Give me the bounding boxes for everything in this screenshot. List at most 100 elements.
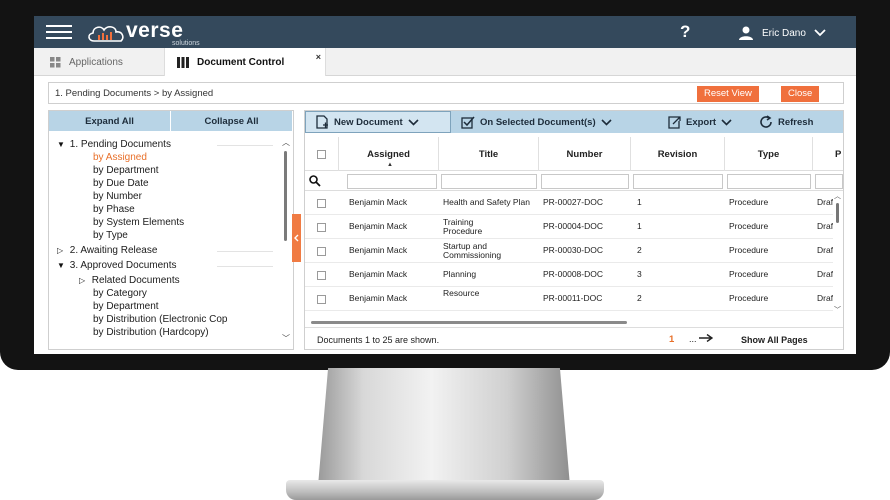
- navigation-tree: ▼ 1. Pending Documents by Assigned by De…: [49, 135, 281, 347]
- tree-item-by-category[interactable]: by Category: [93, 288, 147, 299]
- on-selected-documents-menu[interactable]: On Selected Document(s): [461, 111, 612, 133]
- tab-applications[interactable]: Applications: [38, 48, 135, 76]
- filter-phase-input[interactable]: [815, 174, 843, 189]
- collapsed-triangle-icon[interactable]: ▷: [57, 246, 67, 255]
- show-all-pages-link[interactable]: Show All Pages: [741, 335, 808, 345]
- scroll-up-icon[interactable]: ︿: [834, 191, 841, 201]
- column-header-phase[interactable]: P: [813, 137, 843, 171]
- expanded-triangle-icon[interactable]: ▼: [57, 261, 67, 270]
- column-header-type[interactable]: Type: [725, 137, 813, 171]
- grid-icon: [50, 56, 61, 67]
- table-row[interactable]: Benjamin Mack Startup and Commissioning …: [305, 239, 833, 263]
- horizontal-scroll-thumb[interactable]: [311, 321, 627, 324]
- column-header-revision[interactable]: Revision: [631, 137, 725, 171]
- filter-title-input[interactable]: [441, 174, 537, 189]
- arrow-right-icon: [699, 333, 714, 343]
- cell-phase: Draf: [817, 221, 833, 232]
- filter-assigned-input[interactable]: [347, 174, 437, 189]
- table-row[interactable]: Benjamin Mack Training Procedure PR-0000…: [305, 215, 833, 239]
- cell-number: PR-00027-DOC: [543, 197, 603, 208]
- tree-item-by-type[interactable]: by Type: [93, 230, 128, 241]
- filter-revision-input[interactable]: [633, 174, 723, 189]
- table-row[interactable]: Benjamin Mack Planning PR-00008-DOC 3 Pr…: [305, 263, 833, 287]
- grid-vertical-scrollbar[interactable]: ︿ ﹀: [833, 191, 843, 321]
- tree-item-by-distribution-electronic[interactable]: by Distribution (Electronic Cop: [93, 314, 228, 325]
- tree-item-awaiting-release[interactable]: ▷ 2. Awaiting Release: [57, 245, 157, 256]
- tree-item-pending-documents[interactable]: ▼ 1. Pending Documents: [57, 139, 171, 150]
- tree-scrollbar[interactable]: ︿ ﹀: [281, 137, 291, 345]
- column-header-number[interactable]: Number: [539, 137, 631, 171]
- tree-item-by-phase[interactable]: by Phase: [93, 204, 135, 215]
- collapse-all-button[interactable]: Collapse All: [171, 111, 293, 131]
- scroll-up-icon[interactable]: ︿: [282, 137, 290, 148]
- cell-revision: 1: [637, 221, 642, 232]
- tree-item-approved-documents[interactable]: ▼ 3. Approved Documents: [57, 260, 177, 271]
- tabs-bar: Applications Document Control ×: [34, 48, 856, 76]
- logo-subtext: solutions: [172, 40, 200, 47]
- cell-title: Startup and Commissioning: [443, 240, 502, 260]
- collapsed-triangle-icon[interactable]: ▷: [79, 276, 89, 285]
- cell-assigned: Benjamin Mack: [349, 293, 408, 304]
- scroll-thumb[interactable]: [836, 203, 839, 223]
- grid-body: Benjamin Mack Health and Safety Plan PR-…: [305, 191, 843, 321]
- tree-item-by-number[interactable]: by Number: [93, 191, 142, 202]
- cell-revision: 2: [637, 293, 642, 304]
- tab-close-icon[interactable]: ×: [316, 52, 321, 62]
- new-document-icon: [316, 115, 328, 129]
- documents-grid-panel: New Document On Selected Document(s) Exp…: [304, 110, 844, 350]
- new-document-button[interactable]: New Document: [305, 111, 451, 133]
- help-icon[interactable]: ?: [680, 22, 690, 42]
- reset-view-button[interactable]: Reset View: [697, 86, 759, 102]
- app-screen: verse solutions ? Eric Dano Applications…: [34, 16, 856, 354]
- tree-item-by-assigned[interactable]: by Assigned: [93, 152, 147, 163]
- close-button[interactable]: Close: [781, 86, 820, 102]
- search-icon[interactable]: [309, 175, 321, 187]
- table-row[interactable]: Benjamin Mack Health and Safety Plan PR-…: [305, 191, 833, 215]
- filter-type-input[interactable]: [727, 174, 811, 189]
- scroll-down-icon[interactable]: ﹀: [282, 333, 290, 344]
- monitor-stand-neck: [318, 368, 570, 486]
- chevron-down-icon: [814, 29, 826, 37]
- cell-type: Procedure: [729, 293, 769, 304]
- cell-type: Procedure: [729, 197, 769, 208]
- tree-divider: [217, 145, 273, 146]
- refresh-label: Refresh: [778, 116, 814, 128]
- hamburger-menu-icon[interactable]: [46, 25, 72, 39]
- refresh-button[interactable]: Refresh: [759, 111, 813, 133]
- cell-revision: 2: [637, 245, 642, 256]
- panel-collapse-handle[interactable]: [292, 214, 301, 262]
- filter-number-input[interactable]: [541, 174, 629, 189]
- select-all-cell[interactable]: [305, 137, 339, 171]
- cell-assigned: Benjamin Mack: [349, 197, 408, 208]
- expanded-triangle-icon[interactable]: ▼: [57, 140, 67, 149]
- tab-document-control[interactable]: Document Control ×: [164, 48, 326, 76]
- table-row[interactable]: Benjamin Mack Resource PR-00011-DOC 2 Pr…: [305, 287, 833, 311]
- row-checkbox[interactable]: [317, 295, 326, 304]
- user-menu[interactable]: Eric Dano: [738, 24, 826, 42]
- tree-divider: [217, 266, 273, 267]
- scroll-down-icon[interactable]: ﹀: [834, 305, 841, 315]
- current-page-link[interactable]: 1: [669, 334, 674, 345]
- scroll-thumb[interactable]: [284, 151, 287, 241]
- expand-all-button[interactable]: Expand All: [49, 111, 171, 131]
- cell-type: Procedure: [729, 245, 769, 256]
- tab-document-control-label: Document Control: [197, 56, 285, 68]
- row-checkbox[interactable]: [317, 247, 326, 256]
- grid-horizontal-scrollbar[interactable]: [305, 317, 833, 327]
- select-all-checkbox[interactable]: [317, 149, 326, 159]
- tree-item-related-documents[interactable]: ▷ Related Documents: [79, 275, 180, 286]
- tree-item-by-system-elements[interactable]: by System Elements: [93, 217, 184, 228]
- tree-item-by-distribution-hardcopy[interactable]: by Distribution (Hardcopy): [93, 327, 209, 338]
- more-pages-link[interactable]: ...: [689, 333, 714, 344]
- monitor-stand-base: [286, 480, 604, 500]
- column-header-title[interactable]: Title: [439, 137, 539, 171]
- row-checkbox[interactable]: [317, 271, 326, 280]
- cell-assigned: Benjamin Mack: [349, 245, 408, 256]
- row-checkbox[interactable]: [317, 223, 326, 232]
- tree-item-by-department-approved[interactable]: by Department: [93, 301, 159, 312]
- tree-item-by-due-date[interactable]: by Due Date: [93, 178, 149, 189]
- breadcrumb: 1. Pending Documents > by Assigned: [55, 88, 214, 99]
- export-menu[interactable]: Export: [667, 111, 732, 133]
- tree-item-by-department[interactable]: by Department: [93, 165, 159, 176]
- row-checkbox[interactable]: [317, 199, 326, 208]
